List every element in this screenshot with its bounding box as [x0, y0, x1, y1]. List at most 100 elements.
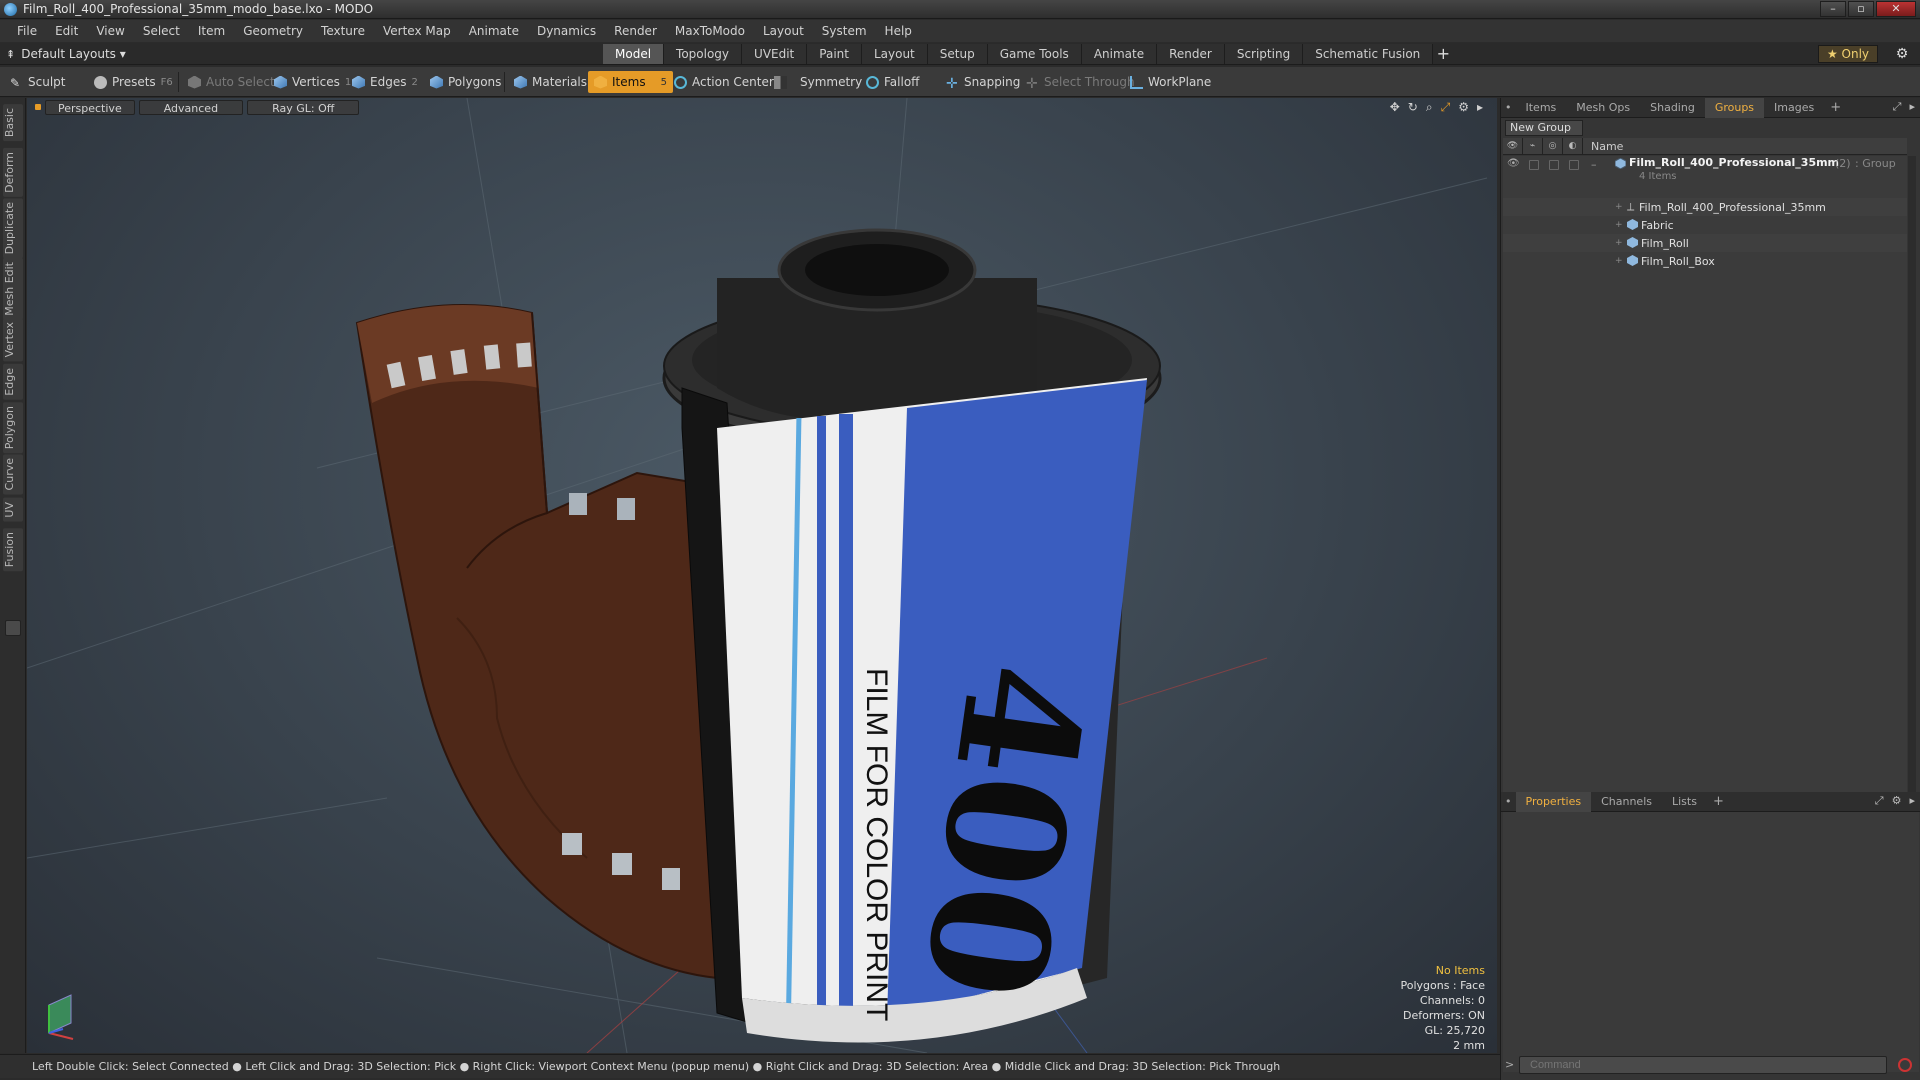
- vtab-uv[interactable]: UV: [3, 498, 23, 522]
- menu-render[interactable]: Render: [605, 20, 666, 42]
- maximize-button[interactable]: ▫: [1848, 1, 1874, 17]
- command-input[interactable]: [1519, 1056, 1887, 1074]
- materials-button[interactable]: Materials: [508, 71, 593, 93]
- tab-uvedit[interactable]: UVEdit: [742, 44, 808, 64]
- strip-toggle-button[interactable]: [5, 620, 21, 636]
- tab-images[interactable]: Images: [1764, 98, 1824, 118]
- vtab-vertex[interactable]: Vertex: [3, 318, 23, 362]
- col-render-icon[interactable]: ◎: [1543, 137, 1563, 155]
- symmetry-button[interactable]: Symmetry: [768, 71, 868, 93]
- tab-model[interactable]: Model: [603, 44, 665, 64]
- command-record-icon[interactable]: [1898, 1058, 1912, 1072]
- move-view-icon[interactable]: ✥: [1390, 100, 1400, 115]
- group-render-toggle[interactable]: [1549, 160, 1559, 170]
- rotate-view-icon[interactable]: ↻: [1408, 100, 1418, 115]
- group-row[interactable]: 👁 – Film_Roll_400_Professional_35mm (2) …: [1503, 156, 1907, 186]
- tab-paint[interactable]: Paint: [807, 44, 862, 64]
- tab-setup[interactable]: Setup: [927, 44, 988, 64]
- bottom-gear-icon[interactable]: ⚙: [1892, 794, 1902, 808]
- menu-help[interactable]: Help: [876, 20, 921, 42]
- presets-button[interactable]: Presets F6: [88, 71, 179, 93]
- sculpt-button[interactable]: ✎ Sculpt: [4, 71, 71, 93]
- viewport-gear-icon[interactable]: ⚙: [1458, 100, 1469, 115]
- new-group-button[interactable]: New Group: [1505, 120, 1583, 136]
- viewport-menu-dot[interactable]: [35, 104, 41, 110]
- tab-mesh-ops[interactable]: Mesh Ops: [1566, 98, 1640, 118]
- panel-expand-icon[interactable]: ⤢: [1893, 100, 1902, 114]
- tab-animate[interactable]: Animate: [1081, 44, 1158, 64]
- tab-scripting[interactable]: Scripting: [1224, 44, 1304, 64]
- bottom-arrow-icon[interactable]: ▸: [1909, 794, 1915, 808]
- tab-schematic-fusion[interactable]: Schematic Fusion: [1303, 44, 1434, 64]
- menu-texture[interactable]: Texture: [312, 20, 374, 42]
- groups-scrollbar[interactable]: [1908, 156, 1916, 846]
- menu-maxtomodo[interactable]: MaxToModo: [666, 20, 754, 42]
- list-item[interactable]: + ⟂ Film_Roll_400_Professional_35mm: [1503, 198, 1907, 216]
- raygl-button[interactable]: Ray GL: Off: [247, 99, 360, 115]
- group-visibility-eye-icon[interactable]: 👁: [1507, 158, 1520, 170]
- menu-file[interactable]: File: [8, 20, 46, 42]
- vtab-basic[interactable]: Basic: [3, 104, 23, 142]
- col-select-icon[interactable]: ◐: [1563, 137, 1583, 155]
- edges-button[interactable]: Edges 2: [346, 71, 424, 93]
- viewport-arrow-icon[interactable]: ▸: [1477, 100, 1483, 115]
- vtab-duplicate[interactable]: Duplicate: [3, 198, 23, 259]
- group-select-toggle[interactable]: [1569, 160, 1579, 170]
- vtab-fusion[interactable]: Fusion: [3, 528, 23, 572]
- 3d-viewport[interactable]: FILM FOR COLOR PRINT 400 Perspective Adv…: [27, 98, 1497, 1053]
- action-center-button[interactable]: Action Center: [668, 71, 780, 93]
- layout-collapse-icon[interactable]: ⇞: [6, 48, 15, 61]
- panel-arrow-icon[interactable]: ▸: [1909, 100, 1915, 114]
- tab-game-tools[interactable]: Game Tools: [987, 44, 1082, 64]
- bottom-expand-icon[interactable]: ⤢: [1875, 794, 1884, 808]
- items-button[interactable]: Items 5: [588, 71, 673, 93]
- vtab-mesh-edit[interactable]: Mesh Edit: [3, 258, 23, 320]
- tab-render[interactable]: Render: [1157, 44, 1225, 64]
- tab-channels[interactable]: Channels: [1591, 792, 1662, 812]
- col-lock-icon[interactable]: ⌁: [1523, 137, 1543, 155]
- command-arrow-icon[interactable]: >: [1505, 1058, 1514, 1071]
- menu-geometry[interactable]: Geometry: [234, 20, 312, 42]
- menu-dynamics[interactable]: Dynamics: [528, 20, 605, 42]
- col-name-header[interactable]: Name: [1583, 140, 1623, 153]
- list-item[interactable]: + Fabric: [1503, 216, 1907, 234]
- col-visibility-eye-icon[interactable]: 👁: [1503, 137, 1523, 155]
- close-button[interactable]: ✕: [1876, 1, 1916, 17]
- vtab-deform[interactable]: Deform: [3, 148, 23, 197]
- add-panel-tab-plus-icon[interactable]: +: [1824, 100, 1847, 115]
- shading-advanced-button[interactable]: Advanced: [138, 99, 244, 115]
- select-through-button[interactable]: ✛ Select Through: [1020, 71, 1141, 93]
- tab-topology[interactable]: Topology: [664, 44, 743, 64]
- menu-system[interactable]: System: [813, 20, 876, 42]
- tab-items[interactable]: Items: [1516, 98, 1567, 118]
- menu-view[interactable]: View: [87, 20, 133, 42]
- minimize-button[interactable]: –: [1820, 1, 1846, 17]
- view-perspective-button[interactable]: Perspective: [45, 99, 135, 115]
- layout-selector[interactable]: ⇞ Default Layouts ▾: [6, 45, 126, 63]
- menu-edit[interactable]: Edit: [46, 20, 87, 42]
- menu-animate[interactable]: Animate: [460, 20, 528, 42]
- vtab-polygon[interactable]: Polygon: [3, 402, 23, 454]
- tab-layout[interactable]: Layout: [861, 44, 928, 64]
- bottom-panel-dot-icon[interactable]: •: [1501, 792, 1516, 812]
- fit-view-icon[interactable]: ⤢: [1441, 100, 1451, 115]
- falloff-button[interactable]: Falloff: [860, 71, 925, 93]
- list-item[interactable]: + Film_Roll_Box: [1503, 252, 1907, 270]
- menu-item[interactable]: Item: [189, 20, 234, 42]
- add-tab-plus-icon[interactable]: +: [1433, 44, 1453, 64]
- only-button[interactable]: ★ Only: [1818, 45, 1878, 63]
- menu-vertex-map[interactable]: Vertex Map: [374, 20, 460, 42]
- snapping-button[interactable]: ✛ Snapping: [940, 71, 1026, 93]
- tab-lists[interactable]: Lists: [1662, 792, 1707, 812]
- vertices-button[interactable]: Vertices 1: [268, 71, 357, 93]
- workplane-button[interactable]: WorkPlane: [1124, 71, 1217, 93]
- vtab-edge[interactable]: Edge: [3, 364, 23, 400]
- auto-select-button[interactable]: Auto Select: [182, 71, 281, 93]
- list-item[interactable]: + Film_Roll: [1503, 234, 1907, 252]
- add-bottom-tab-plus-icon[interactable]: +: [1707, 794, 1730, 809]
- polygons-button[interactable]: Polygons: [424, 71, 507, 93]
- zoom-view-icon[interactable]: ⌕: [1426, 100, 1433, 115]
- menu-select[interactable]: Select: [134, 20, 189, 42]
- tab-groups[interactable]: Groups: [1704, 97, 1765, 118]
- group-lock-toggle[interactable]: [1529, 160, 1539, 170]
